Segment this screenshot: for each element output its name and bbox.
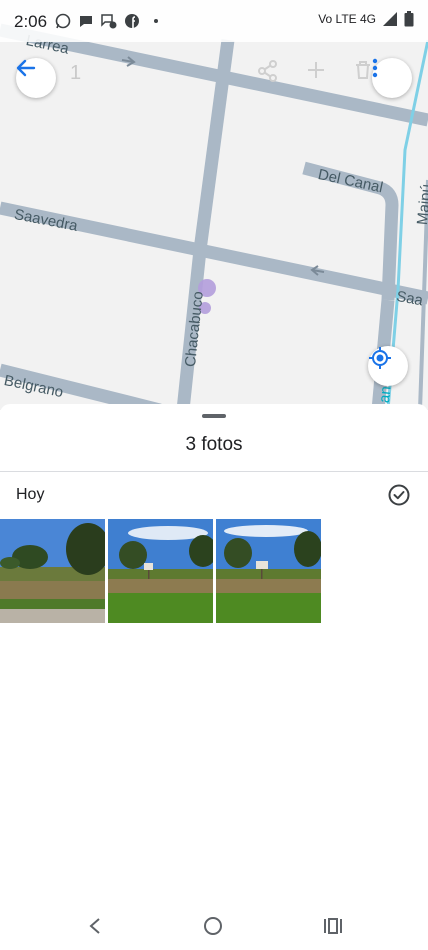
my-location-button[interactable] bbox=[368, 346, 408, 386]
photo-thumbnail-2[interactable] bbox=[108, 519, 213, 623]
facebook-icon bbox=[125, 14, 139, 28]
drag-handle[interactable] bbox=[202, 414, 226, 418]
chat-icon bbox=[80, 16, 92, 27]
more-vert-icon bbox=[372, 58, 378, 78]
divider bbox=[0, 471, 428, 472]
photo-thumbnail-1[interactable] bbox=[0, 519, 105, 623]
map-view[interactable]: Larrea Del Canal Saavedra Chacabuco Belg… bbox=[0, 0, 428, 410]
more-options-button[interactable] bbox=[372, 58, 412, 98]
dot-icon bbox=[154, 19, 158, 23]
nav-home-icon[interactable] bbox=[203, 916, 223, 936]
messages-icon bbox=[101, 14, 117, 29]
garden-photo-2 bbox=[108, 519, 213, 623]
ghost-counter: 1 bbox=[70, 62, 82, 84]
garden-photo-1 bbox=[0, 519, 105, 623]
select-all-check-icon[interactable] bbox=[388, 484, 410, 506]
battery-icon bbox=[404, 11, 414, 27]
system-nav-bar bbox=[0, 905, 428, 950]
arrow-back-icon bbox=[16, 59, 36, 77]
nav-back-icon[interactable] bbox=[88, 917, 102, 935]
status-time: 2:06 bbox=[14, 12, 48, 31]
network-type: Vo LTE 4G bbox=[318, 12, 376, 26]
photos-bottom-sheet[interactable]: 3 fotos Hoy bbox=[0, 404, 428, 950]
garden-photo-3 bbox=[216, 519, 321, 623]
nav-recents-icon[interactable] bbox=[323, 917, 343, 935]
my-location-icon bbox=[369, 347, 391, 369]
photo-thumbnail-3[interactable] bbox=[216, 519, 321, 623]
sheet-title: 3 fotos bbox=[185, 434, 243, 455]
whatsapp-icon bbox=[55, 13, 71, 29]
date-section-label: Hoy bbox=[16, 486, 45, 503]
back-button[interactable] bbox=[16, 58, 56, 98]
signal-icon bbox=[383, 12, 397, 26]
status-bar: 2:06 Vo LTE 4G bbox=[0, 0, 428, 42]
